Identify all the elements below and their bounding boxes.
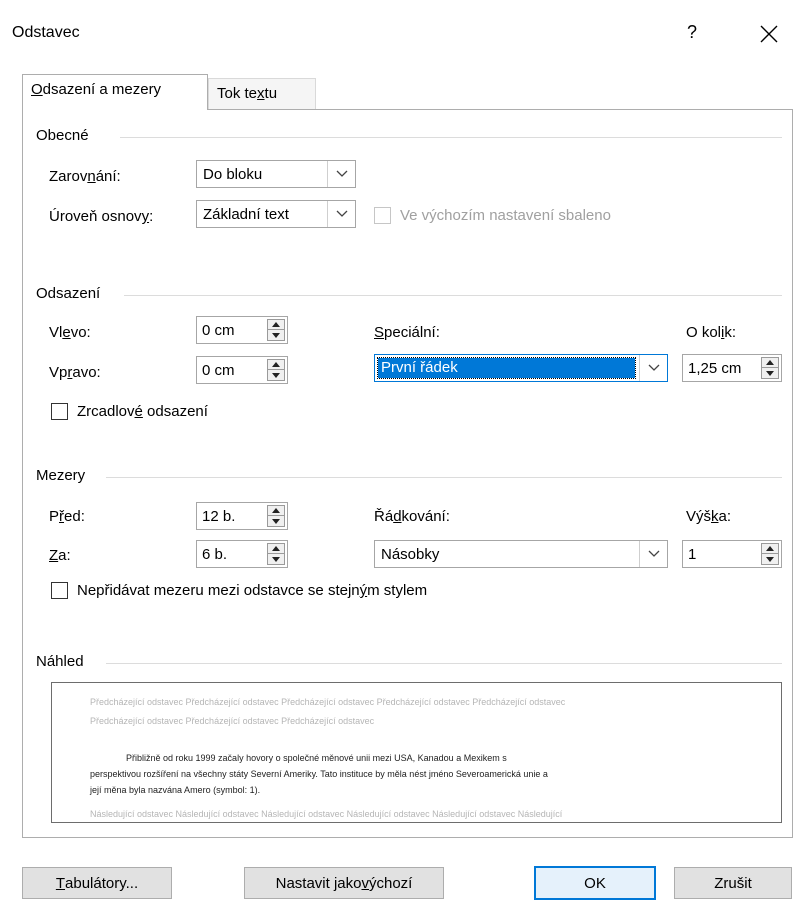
spacing-after-value: 6 b. <box>202 546 228 563</box>
preview-previous-line: Předcházející odstavec Předcházející ods… <box>90 697 566 707</box>
collapsed-by-default-label: Ve výchozím nastavení sbaleno <box>400 207 611 224</box>
chevron-down-icon <box>639 541 667 567</box>
tabs-button[interactable]: Tabulátory... <box>22 867 172 899</box>
special-value: První řádek <box>377 357 636 379</box>
spin-up-icon[interactable] <box>762 358 778 368</box>
preview-paragraph-line: perspektivou rozšíření na všechny státy … <box>90 769 548 779</box>
indentation-heading: Odsazení <box>36 285 101 302</box>
indent-right-label: Vpravo: <box>49 364 101 381</box>
close-icon <box>760 25 778 43</box>
outline-level-label: Úroveň osnovy: <box>49 208 154 225</box>
preview-pane: Předcházející odstavec Předcházející ods… <box>51 682 782 823</box>
preview-divider <box>106 663 782 664</box>
indent-left-value: 0 cm <box>202 322 235 339</box>
chevron-down-icon <box>639 355 667 381</box>
preview-previous-line: Předcházející odstavec Předcházející ods… <box>90 716 375 726</box>
mirror-indents-checkbox[interactable] <box>51 403 68 420</box>
outline-level-select[interactable]: Základní text <box>196 200 356 228</box>
spacing-before-label: Před: <box>49 508 85 525</box>
alignment-label: Zarovnání: <box>49 168 121 185</box>
line-spacing-select[interactable]: Násobky <box>374 540 668 568</box>
spacing-divider <box>106 477 782 478</box>
preview-paragraph-line: Přibližně od roku 1999 začaly hovory o s… <box>126 753 507 763</box>
indentation-divider <box>124 295 782 296</box>
set-as-default-button[interactable]: Nastavit jako v ýchozí <box>244 867 444 899</box>
preview-next-line: Následující odstavec Následující odstave… <box>90 809 563 819</box>
spin-up-icon[interactable] <box>762 544 778 554</box>
spacing-before-spinner[interactable]: 12 b. <box>196 502 288 530</box>
dont-add-space-checkbox[interactable] <box>51 582 68 599</box>
spin-down-icon[interactable] <box>268 554 284 564</box>
indent-by-spinner[interactable]: 1,25 cm <box>682 354 782 382</box>
help-button[interactable]: ? <box>678 18 706 46</box>
indent-by-label: O kolik: <box>686 324 737 341</box>
indent-right-value: 0 cm <box>202 362 235 379</box>
chevron-down-icon <box>327 201 355 227</box>
close-button[interactable] <box>753 18 785 50</box>
indent-left-label: Vlevo: <box>49 324 91 341</box>
spin-down-icon[interactable] <box>762 554 778 564</box>
spin-down-icon[interactable] <box>268 370 284 380</box>
indent-right-spinner[interactable]: 0 cm <box>196 356 288 384</box>
spacing-after-label: Za: <box>49 547 71 564</box>
general-divider <box>120 137 782 138</box>
paragraph-dialog: Odstavec ? Odsazení a mezery Tok textu O… <box>0 0 797 908</box>
alignment-select[interactable]: Do bloku <box>196 160 356 188</box>
line-spacing-value: Násobky <box>381 546 440 563</box>
spin-up-icon[interactable] <box>268 320 284 330</box>
dialog-title: Odstavec <box>12 24 80 41</box>
indent-by-value: 1,25 cm <box>688 360 742 377</box>
preview-heading: Náhled <box>36 653 84 670</box>
special-select[interactable]: První řádek <box>374 354 668 382</box>
special-label: Speciální: <box>374 324 440 341</box>
line-spacing-at-value: 1 <box>688 546 697 563</box>
line-spacing-label: Řádkování: <box>374 508 450 525</box>
cancel-button[interactable]: Zrušit <box>674 867 792 899</box>
line-spacing-at-spinner[interactable]: 1 <box>682 540 782 568</box>
spin-down-icon[interactable] <box>762 368 778 378</box>
collapsed-by-default-checkbox[interactable] <box>374 207 391 224</box>
spacing-before-value: 12 b. <box>202 508 236 525</box>
outline-level-value: Základní text <box>203 206 289 223</box>
chevron-down-icon <box>327 161 355 187</box>
spin-up-icon[interactable] <box>268 544 284 554</box>
general-heading: Obecné <box>36 127 89 144</box>
tab-line-and-page-breaks[interactable]: Tok textu <box>208 78 316 110</box>
line-spacing-at-label: Výška: <box>686 508 732 525</box>
alignment-value: Do bloku <box>203 166 263 183</box>
spacing-heading: Mezery <box>36 467 86 484</box>
dont-add-space-label: Nepřidávat mezeru mezi odstavce se stejn… <box>77 582 428 599</box>
spin-down-icon[interactable] <box>268 516 284 526</box>
indent-left-spinner[interactable]: 0 cm <box>196 316 288 344</box>
preview-paragraph-line: její měna byla nazvána Amero (symbol: 1)… <box>90 785 261 795</box>
spin-up-icon[interactable] <box>268 506 284 516</box>
tab-indents-and-spacing[interactable]: Odsazení a mezery <box>22 74 208 110</box>
spacing-after-spinner[interactable]: 6 b. <box>196 540 288 568</box>
ok-button[interactable]: OK <box>534 866 656 900</box>
spin-up-icon[interactable] <box>268 360 284 370</box>
mirror-indents-label: Zrcadlové odsazení <box>77 403 208 420</box>
spin-down-icon[interactable] <box>268 330 284 340</box>
